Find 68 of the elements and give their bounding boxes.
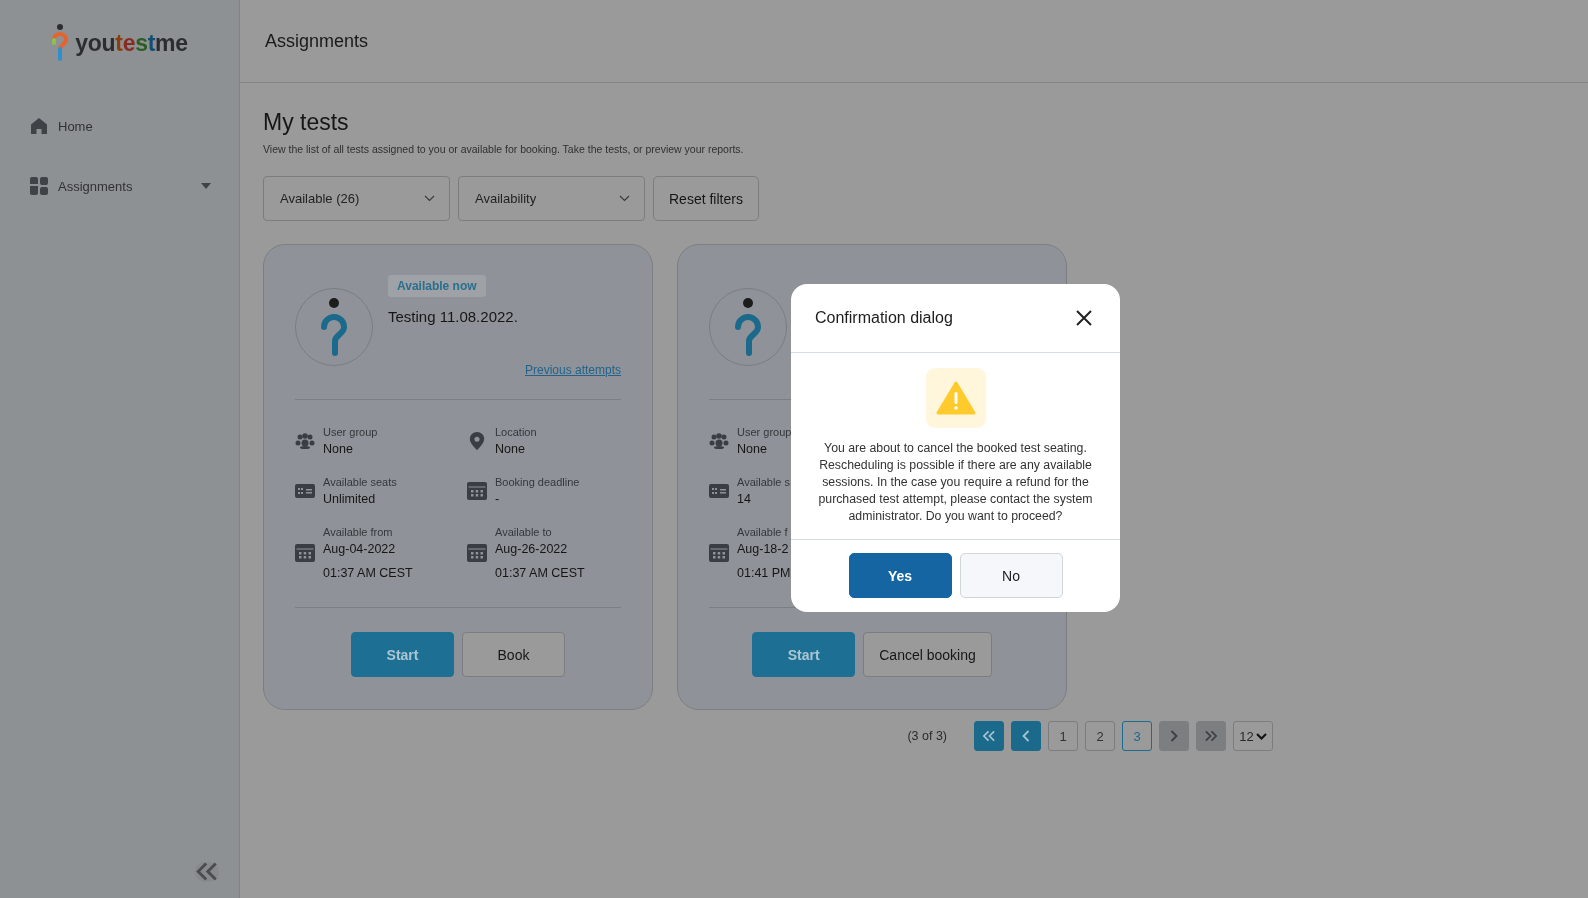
field-value: Aug-04-2022 [323, 542, 397, 556]
people-icon [295, 432, 315, 450]
page-number-button[interactable]: 2 [1085, 721, 1115, 751]
double-chevron-left-icon [982, 730, 996, 742]
page-header-title: Assignments [265, 30, 369, 52]
secondary-button[interactable]: Cancel booking [863, 632, 992, 677]
field-label: Location [495, 426, 537, 438]
dashboard-icon [30, 177, 48, 195]
calendar-icon [295, 544, 315, 562]
calendar-icon [467, 544, 487, 562]
page-number-button[interactable]: 1 [1048, 721, 1078, 751]
decline-button[interactable]: No [959, 553, 1063, 598]
field-label: Available to [495, 526, 553, 538]
confirm-button[interactable]: Yes [848, 553, 952, 598]
field-value: Aug-18-2 [737, 542, 790, 556]
reset-filters-button[interactable]: Reset filters [653, 176, 759, 221]
field-value: None [323, 442, 354, 456]
field-label: Available seats [323, 476, 397, 488]
double-chevron-right-icon [1204, 730, 1218, 742]
question-person-icon [733, 297, 763, 357]
dialog-title: Confirmation dialog [815, 309, 953, 327]
page-subtitle: View the list of all tests assigned to you or available for booking. Take the tests, or preview your reports. [263, 143, 745, 155]
page-summary: (3 of 3) [907, 729, 947, 743]
field-value: 01:37 AM CEST [323, 566, 413, 580]
sidebar-item[interactable]: Assignments [24, 166, 239, 206]
field-label: User group [323, 426, 378, 438]
double-chevron-left-icon [195, 862, 219, 882]
test-title: Testing 11.08.2022. [388, 308, 518, 325]
filter-dropdown[interactable]: Availability [458, 176, 645, 221]
calendar-icon [709, 544, 729, 562]
chevron-down-icon [424, 195, 435, 202]
question-person-icon [319, 297, 349, 357]
id-card-icon [295, 482, 315, 500]
start-button[interactable]: Start [752, 632, 856, 677]
availability-badge: Available now [388, 275, 486, 297]
logo-text: youtestme [75, 29, 188, 57]
secondary-button[interactable]: Book [462, 632, 565, 677]
field-value: Unlimited [323, 492, 377, 506]
field-value: None [495, 442, 526, 456]
sidebar-item[interactable]: Home [24, 106, 239, 146]
id-card-icon [709, 482, 729, 500]
field-value: None [737, 442, 768, 456]
warning-icon [925, 368, 986, 428]
field-value: 01:41 PM [737, 566, 791, 580]
field-label: Available from [323, 526, 394, 538]
people-icon [709, 432, 729, 450]
map-pin-icon [467, 432, 487, 450]
collapse-sidebar-button[interactable] [195, 862, 219, 882]
field-value: 01:37 AM CEST [495, 566, 585, 580]
home-icon [30, 117, 48, 135]
filter-dropdown[interactable]: Available (26) [263, 176, 450, 221]
start-button[interactable]: Start [351, 632, 454, 677]
page-size-dropdown[interactable]: 12 [1233, 721, 1273, 751]
calendar-icon [467, 482, 487, 500]
first-page-button[interactable] [974, 721, 1004, 751]
dialog-message: You are about to cancel the booked test seating. Rescheduling is possible if there are any available sessions. In the case you require a refund for the purchased test attempt, please contact the system administrator. Do you want to proceed? [817, 440, 1094, 525]
field-label: User group [737, 426, 792, 438]
chevron-down-icon [619, 195, 630, 202]
field-label: Booking deadline [495, 476, 580, 488]
previous-page-button[interactable] [1011, 721, 1041, 751]
field-value: - [495, 492, 501, 506]
page-title: My tests [263, 109, 350, 136]
field-label: Available f [737, 526, 789, 538]
field-label: Available s [737, 476, 790, 488]
field-value: 14 [737, 492, 752, 506]
chevron-down-icon [1255, 732, 1267, 740]
logo-icon [51, 24, 70, 62]
field-value: Aug-26-2022 [495, 542, 569, 556]
